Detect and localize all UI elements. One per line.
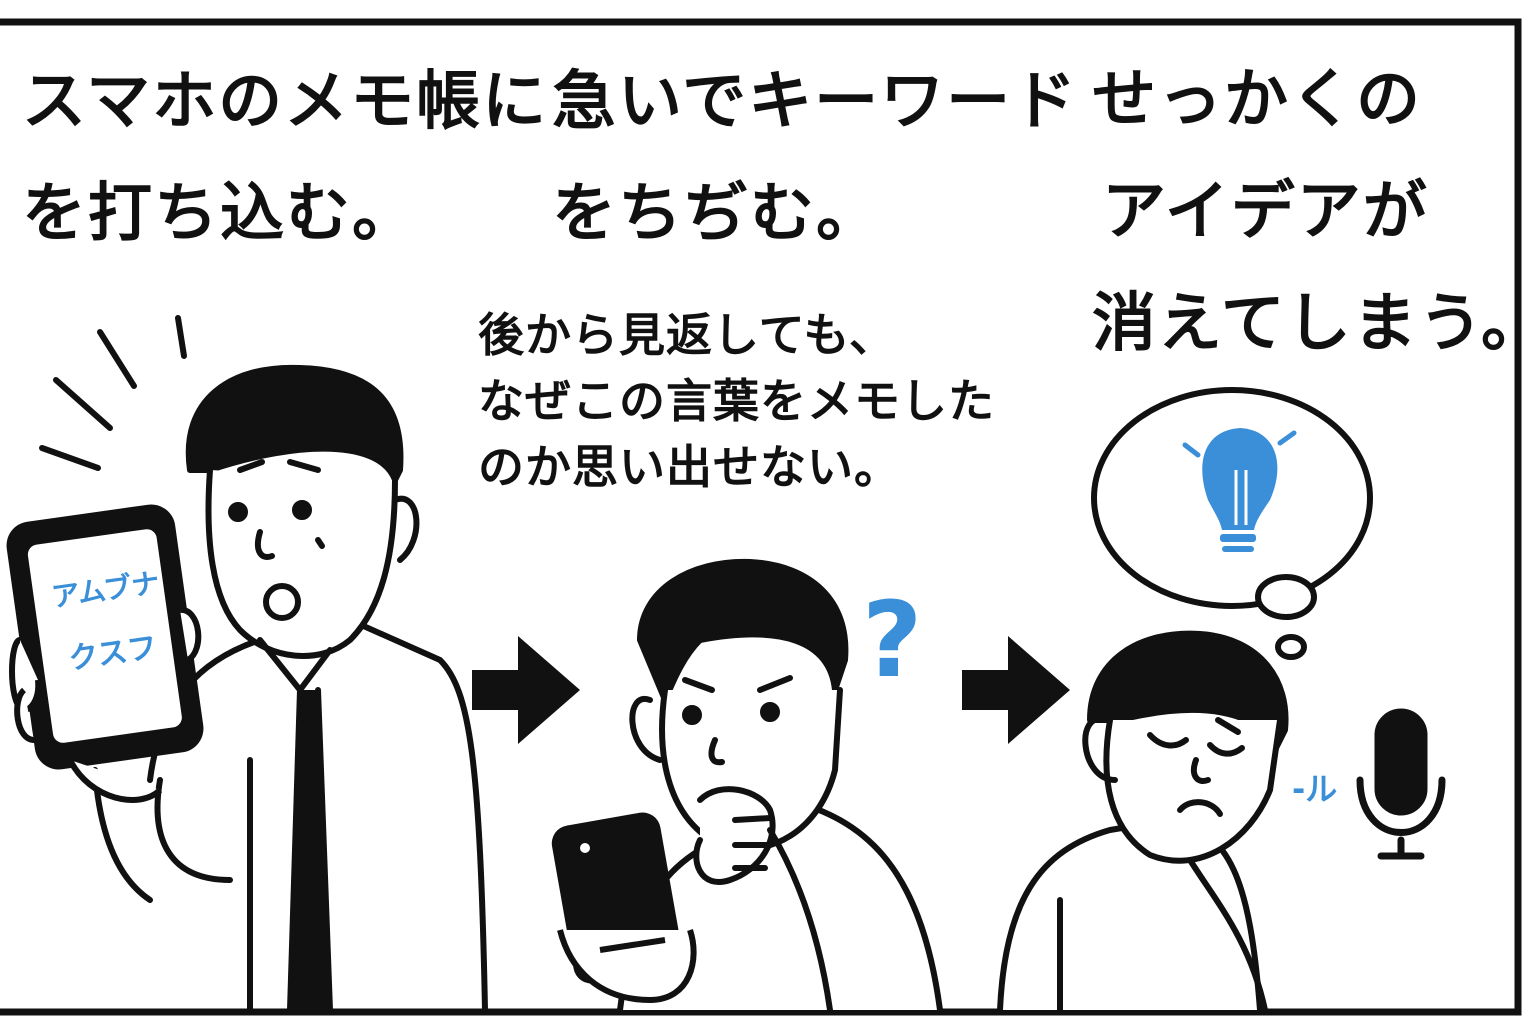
mic-sound-effect: -ル [1292, 770, 1337, 808]
caption-panel-3-line-2: アイデアが [1102, 175, 1429, 249]
caption-panel-2-top-line-2: をちぢむ。 [552, 177, 882, 251]
caption-panel-1-line-1: スマホのメモ帳に [22, 65, 549, 139]
caption-panel-1: スマホのメモ帳に を打ち込む。 [22, 46, 548, 270]
caption-panel-1-line-2: を打ち込む。 [22, 177, 418, 251]
caption-panel-2-bottom-line-3: のか思い出せない。 [478, 440, 901, 494]
smartphone-icon-2 [551, 812, 697, 1004]
caption-panel-3-line-1: せっかくの [1092, 63, 1422, 137]
caption-panel-2-bottom-line-1: 後から見返しても、 [478, 308, 896, 362]
smartphone-icon: アムブナ クスフ [6, 504, 204, 770]
caption-panel-2-top: 急いでキーワード をちぢむ。 [552, 46, 1078, 270]
question-mark-icon: ? [862, 579, 922, 701]
caption-panel-2-top-line-1: 急いでキーワード [552, 65, 1079, 139]
surprise-lines [39, 315, 187, 471]
microphone-icon [1356, 708, 1446, 860]
arrow-right-icon [472, 636, 580, 744]
caption-panel-2-bottom-line-2: なぜこの言葉をメモした [478, 374, 995, 428]
arrow-right-icon-2 [962, 636, 1070, 744]
caption-panel-3: せっかくの アイデアが 消えてしまう。 [1092, 44, 1536, 380]
caption-panel-2-bottom: 後から見返しても、 なぜこの言葉をメモした のか思い出せない。 [478, 302, 995, 500]
caption-panel-3-line-3: 消えてしまう。 [1092, 287, 1536, 361]
